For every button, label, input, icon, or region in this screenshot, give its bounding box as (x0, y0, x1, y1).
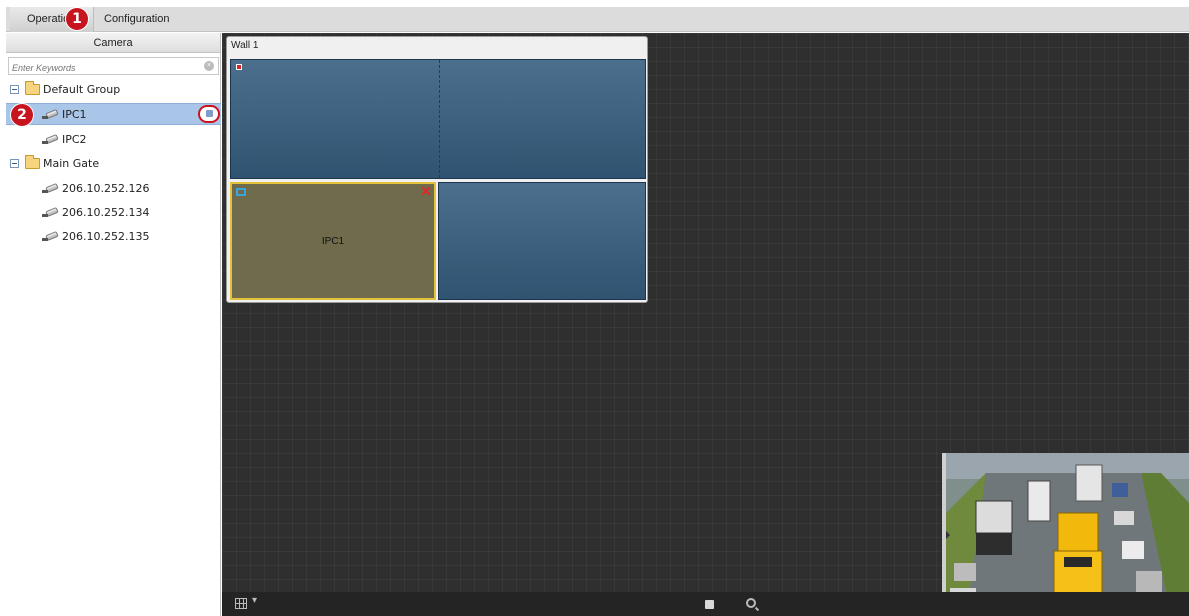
clear-search-icon[interactable]: × (204, 61, 214, 71)
camera-icon (42, 133, 59, 145)
group-label: Main Gate (43, 157, 100, 170)
tree-item-ipc1[interactable]: IPC1 (6, 103, 221, 125)
group-label: Default Group (43, 83, 121, 96)
wall-screen-top[interactable] (230, 59, 646, 179)
collapse-icon[interactable] (10, 85, 19, 94)
camera-icon (42, 108, 59, 120)
monitor-icon (236, 188, 246, 196)
chevron-down-icon[interactable]: ▾ (252, 595, 257, 606)
context-menu-icon[interactable] (198, 105, 220, 123)
device-label: IPC1 (62, 108, 87, 121)
device-label: 206.10.252.126 (62, 182, 150, 195)
tab-configuration[interactable]: Configuration (101, 7, 181, 32)
sidebar-title: Camera (6, 33, 220, 53)
video-wall-panel[interactable]: Wall 1 ✕ IPC1 (226, 36, 648, 303)
collapse-icon[interactable] (10, 159, 19, 168)
bottom-toolbar: ▾ (222, 592, 1189, 616)
search-box: × (8, 57, 219, 76)
camera-icon (42, 182, 59, 194)
device-label: 206.10.252.135 (62, 230, 150, 243)
video-wall-workspace: Wall 1 ✕ IPC1 ▾ (222, 33, 1189, 616)
layout-grid-icon[interactable] (235, 598, 247, 609)
stop-icon[interactable] (705, 600, 714, 609)
folder-icon (25, 155, 40, 169)
wall-screen-empty[interactable] (438, 182, 646, 300)
bound-camera-label: IPC1 (321, 236, 345, 247)
tree-item-camera[interactable]: 206.10.252.134 (6, 202, 221, 224)
camera-icon (42, 206, 59, 218)
top-tab-bar: Operatio Configuration (6, 7, 1189, 32)
camera-sidebar: Camera × Default Group IPC1 IPC2 Main Ga… (6, 33, 221, 616)
folder-icon (25, 81, 40, 95)
expand-arrow-icon[interactable] (946, 531, 950, 539)
tree-item-camera[interactable]: 206.10.252.126 (6, 178, 221, 200)
screen-divider (439, 60, 440, 178)
search-input[interactable] (9, 60, 199, 76)
device-label: IPC2 (62, 133, 87, 146)
zoom-icon[interactable] (746, 598, 756, 608)
alarm-flag-icon (236, 64, 242, 70)
close-icon[interactable]: ✕ (420, 184, 432, 198)
wall-title: Wall 1 (231, 40, 259, 51)
wall-screen-bound[interactable]: ✕ IPC1 (230, 182, 436, 300)
device-label: 206.10.252.134 (62, 206, 150, 219)
tree-group-main-gate[interactable]: Main Gate (6, 153, 221, 175)
callout-badge-2: 2 (11, 104, 33, 126)
tree-group-default[interactable]: Default Group (6, 79, 221, 101)
tree-item-camera[interactable]: 206.10.252.135 (6, 226, 221, 248)
callout-badge-1: 1 (66, 8, 88, 30)
camera-icon (42, 230, 59, 242)
tree-item-ipc2[interactable]: IPC2 (6, 129, 221, 151)
